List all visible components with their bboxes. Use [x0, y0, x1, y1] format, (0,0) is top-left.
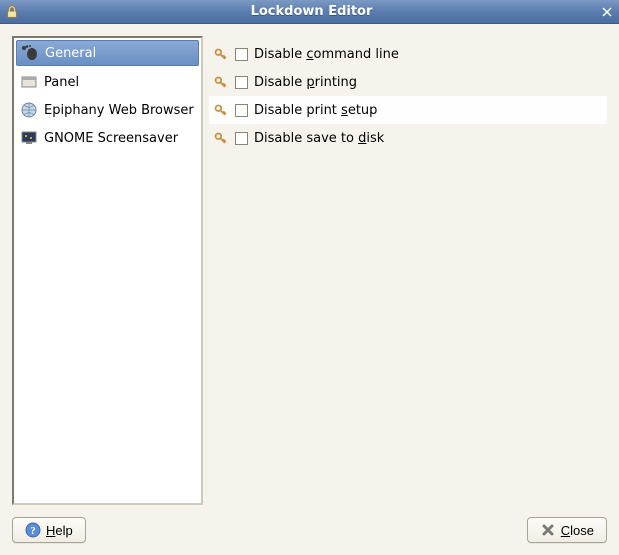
option-checkbox[interactable]: [235, 132, 248, 145]
help-button[interactable]: ? Help: [12, 517, 86, 543]
close-button-label: Close: [561, 523, 594, 538]
button-row: ? Help Close: [12, 517, 607, 543]
option-checkbox[interactable]: [235, 76, 248, 89]
window-title: Lockdown Editor: [24, 4, 599, 19]
option-checkbox[interactable]: [235, 48, 248, 61]
lock-icon: [4, 4, 20, 20]
content-row: General Panel Epiphany Web Browser GNOME…: [12, 36, 607, 505]
sidebar-item-label: General: [45, 46, 96, 61]
option-row[interactable]: Disable command line: [209, 40, 607, 68]
option-row[interactable]: Disable printing: [209, 68, 607, 96]
key-icon: [213, 74, 229, 90]
gnome-foot-icon: [21, 44, 39, 62]
option-row[interactable]: Disable print setup: [209, 96, 607, 124]
option-row[interactable]: Disable save to disk: [209, 124, 607, 152]
screensaver-icon: [20, 129, 38, 147]
sidebar-item-panel[interactable]: Panel: [14, 68, 201, 96]
sidebar-item-screensaver[interactable]: GNOME Screensaver: [14, 124, 201, 152]
option-label[interactable]: Disable printing: [254, 75, 357, 90]
sidebar-item-epiphany[interactable]: Epiphany Web Browser: [14, 96, 201, 124]
help-icon: ?: [25, 522, 41, 538]
sidebar-item-label: Epiphany Web Browser: [44, 103, 194, 118]
close-button-icon: [540, 522, 556, 538]
sidebar-item-general[interactable]: General: [16, 40, 199, 66]
close-icon[interactable]: [599, 4, 615, 20]
option-label[interactable]: Disable save to disk: [254, 131, 384, 146]
sidebar-item-label: GNOME Screensaver: [44, 131, 178, 146]
window-body: General Panel Epiphany Web Browser GNOME…: [0, 24, 619, 555]
key-icon: [213, 46, 229, 62]
option-checkbox[interactable]: [235, 104, 248, 117]
main-pane: Disable command line Disable printing Disa…: [209, 36, 607, 505]
help-button-label: Help: [46, 523, 73, 538]
key-icon: [213, 130, 229, 146]
svg-text:?: ?: [30, 525, 36, 537]
close-button[interactable]: Close: [527, 517, 607, 543]
sidebar-item-label: Panel: [44, 75, 79, 90]
globe-icon: [20, 101, 38, 119]
option-label[interactable]: Disable command line: [254, 47, 399, 62]
titlebar: Lockdown Editor: [0, 0, 619, 24]
panel-icon: [20, 73, 38, 91]
option-label[interactable]: Disable print setup: [254, 103, 377, 118]
key-icon: [213, 102, 229, 118]
sidebar: General Panel Epiphany Web Browser GNOME…: [12, 36, 203, 505]
